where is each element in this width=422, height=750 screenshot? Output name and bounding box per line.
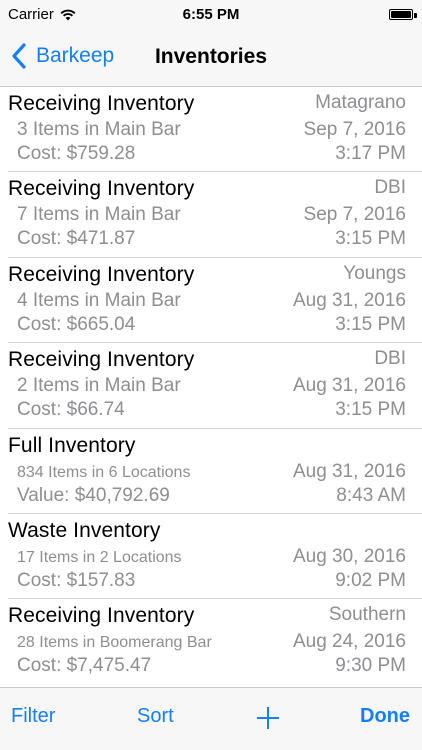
- inventory-title: Full Inventory: [8, 433, 136, 457]
- inventory-date: Aug 30, 2016: [292, 545, 406, 567]
- inventory-title: Receiving Inventory: [8, 604, 195, 628]
- inventory-items: 834 Items in 6 Locations: [17, 463, 191, 481]
- inventory-amount: Cost: $157.83: [17, 569, 136, 591]
- inventory-list: Receiving Inventory Matagrano 3 Items in…: [0, 87, 422, 687]
- inventory-items: 17 Items in 2 Locations: [17, 548, 182, 566]
- inventory-amount: Cost: $471.87: [17, 228, 136, 250]
- inventory-time: 9:02 PM: [335, 569, 406, 591]
- back-button[interactable]: Barkeep: [10, 42, 114, 70]
- inventory-row[interactable]: Waste Inventory 17 Items in 2 Locations …: [0, 514, 422, 600]
- inventory-title: Receiving Inventory: [8, 177, 195, 201]
- inventory-amount: Cost: $66.74: [17, 399, 125, 421]
- back-button-label: Barkeep: [36, 44, 115, 67]
- inventory-date: Sep 7, 2016: [303, 204, 406, 226]
- inventory-time: 3:15 PM: [335, 228, 406, 250]
- inventory-time: 3:15 PM: [335, 313, 406, 335]
- inventory-amount: Value: $40,792.69: [17, 484, 170, 506]
- inventory-items: 2 Items in Main Bar: [17, 375, 181, 397]
- done-button[interactable]: Done: [360, 705, 410, 728]
- inventory-row[interactable]: Full Inventory 834 Items in 6 Locations …: [0, 429, 422, 514]
- inventory-row[interactable]: Receiving Inventory DBI 2 Items in Main …: [0, 343, 422, 429]
- chevron-left-icon: [12, 43, 26, 69]
- inventory-row[interactable]: Receiving Inventory Youngs 4 Items in Ma…: [0, 258, 422, 344]
- inventory-items: 28 Items in Boomerang Bar: [17, 634, 212, 652]
- inventory-row[interactable]: Receiving Inventory DBI 7 Items in Main …: [0, 172, 422, 258]
- inventory-items: 7 Items in Main Bar: [17, 204, 181, 226]
- status-time: 6:55 PM: [182, 6, 240, 23]
- inventory-time: 8:43 AM: [336, 484, 406, 506]
- filter-button[interactable]: Filter: [11, 705, 55, 728]
- sort-button[interactable]: Sort: [137, 705, 174, 728]
- inventory-vendor: Southern: [328, 604, 406, 626]
- inventory-date: Aug 24, 2016: [292, 631, 406, 653]
- inventory-time: 3:17 PM: [335, 143, 406, 164]
- inventory-time: 3:15 PM: [335, 399, 406, 421]
- inventory-vendor: DBI: [374, 177, 406, 199]
- inventory-date: Sep 7, 2016: [303, 119, 406, 140]
- inventory-time: 9:30 PM: [335, 655, 406, 677]
- inventory-title: Receiving Inventory: [8, 262, 195, 286]
- screen: Carrier 6:55 PM Barkeep Inventories Rece…: [0, 0, 422, 750]
- inventory-title: Waste Inventory: [8, 518, 161, 542]
- inventory-vendor: Youngs: [343, 262, 406, 284]
- inventory-title: Receiving Inventory: [8, 348, 195, 372]
- navigation-bar: Barkeep Inventories: [0, 30, 422, 87]
- inventory-items: 3 Items in Main Bar: [17, 119, 181, 140]
- inventory-items: 4 Items in Main Bar: [17, 289, 181, 311]
- battery-icon: [389, 9, 413, 20]
- bottom-toolbar: Filter Sort Done: [0, 687, 422, 750]
- inventory-vendor: DBI: [374, 348, 406, 370]
- inventory-vendor: Matagrano: [315, 92, 406, 113]
- inventory-amount: Cost: $7,475.47: [17, 655, 152, 677]
- plus-icon[interactable]: [256, 706, 280, 730]
- inventory-date: Aug 31, 2016: [292, 460, 406, 482]
- inventory-row[interactable]: Receiving Inventory Southern 28 Items in…: [0, 599, 422, 684]
- inventory-date: Aug 31, 2016: [292, 289, 406, 311]
- inventory-date: Aug 31, 2016: [292, 375, 406, 397]
- status-bar: Carrier 6:55 PM: [0, 0, 422, 30]
- inventory-row[interactable]: Receiving Inventory Matagrano 3 Items in…: [0, 87, 422, 173]
- inventory-amount: Cost: $665.04: [17, 313, 136, 335]
- inventory-amount: Cost: $759.28: [17, 143, 136, 164]
- battery-nub: [414, 13, 417, 18]
- inventory-title: Receiving Inventory: [8, 92, 195, 115]
